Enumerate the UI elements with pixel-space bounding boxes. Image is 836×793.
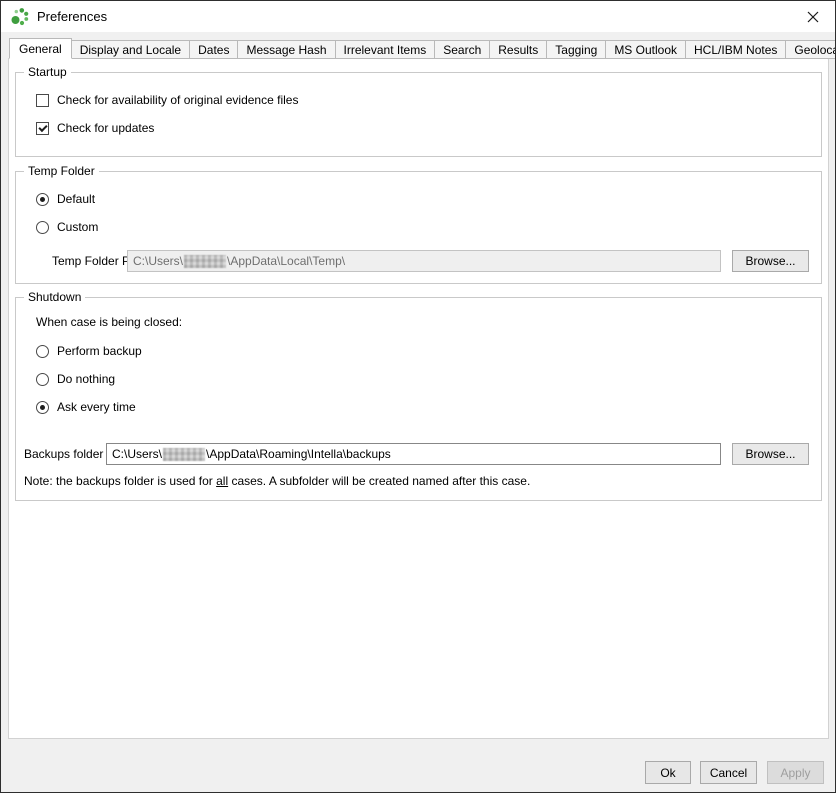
backups-folder-field[interactable]: C:\Users\ \AppData\Roaming\Intella\backup…	[106, 443, 721, 465]
path-text: \AppData\Local\Temp\	[227, 254, 345, 268]
radio-ask-every-time[interactable]: Ask every time	[36, 400, 136, 414]
checkbox-check-for-updates[interactable]: Check for updates	[36, 121, 154, 135]
note-text: Note: the backups folder is used for	[24, 474, 216, 488]
radio-label: Ask every time	[57, 400, 136, 414]
apply-button: Apply	[767, 761, 824, 784]
cancel-button[interactable]: Cancel	[700, 761, 757, 784]
radio-label: Do nothing	[57, 372, 115, 386]
radio-do-nothing[interactable]: Do nothing	[36, 372, 115, 386]
temp-folder-group: Temp Folder Default Custom Temp Folder P…	[15, 171, 822, 284]
backups-folder-label: Backups folder	[24, 443, 103, 465]
general-tab-panel: Startup Check for availability of origin…	[8, 58, 829, 739]
radio-label: Custom	[57, 220, 98, 234]
radio-selected-icon	[36, 193, 49, 206]
checkbox-label: Check for updates	[57, 121, 154, 135]
note-underlined-text: all	[216, 474, 228, 488]
tab-display-and-locale[interactable]: Display and Locale	[71, 40, 190, 59]
temp-folder-path-field: C:\Users\ \AppData\Local\Temp\	[127, 250, 721, 272]
path-text: C:\Users\	[112, 447, 162, 461]
checkbox-icon	[36, 94, 49, 107]
intella-logo-icon	[10, 7, 30, 27]
shutdown-group: Shutdown When case is being closed: Perf…	[15, 297, 822, 501]
note-text: cases. A subfolder will be created named…	[228, 474, 530, 488]
startup-group: Startup Check for availability of origin…	[15, 72, 822, 157]
tab-ms-outlook[interactable]: MS Outlook	[605, 40, 686, 59]
tab-dates[interactable]: Dates	[189, 40, 238, 59]
startup-group-label: Startup	[24, 65, 71, 79]
close-icon	[807, 11, 819, 23]
tab-tagging[interactable]: Tagging	[546, 40, 606, 59]
radio-custom[interactable]: Custom	[36, 220, 98, 234]
window-title: Preferences	[37, 9, 107, 24]
tab-hcl-ibm-notes[interactable]: HCL/IBM Notes	[685, 40, 786, 59]
tab-search[interactable]: Search	[434, 40, 490, 59]
redacted-username	[163, 448, 205, 461]
tab-irrelevant-items[interactable]: Irrelevant Items	[335, 40, 436, 59]
tab-general[interactable]: General	[9, 38, 72, 59]
tab-bar: General Display and Locale Dates Message…	[9, 38, 827, 59]
radio-label: Perform backup	[57, 344, 142, 358]
path-text: \AppData\Roaming\Intella\backups	[206, 447, 391, 461]
tab-geolocation[interactable]: Geolocation	[785, 40, 836, 59]
radio-label: Default	[57, 192, 95, 206]
ok-button[interactable]: Ok	[645, 761, 691, 784]
preferences-dialog: Preferences General Display and Locale D…	[0, 0, 836, 793]
checkbox-label: Check for availability of original evide…	[57, 93, 298, 107]
title-bar: Preferences	[1, 1, 835, 32]
tab-message-hash[interactable]: Message Hash	[237, 40, 335, 59]
radio-selected-icon	[36, 401, 49, 414]
shutdown-prompt: When case is being closed:	[36, 311, 182, 333]
path-text: C:\Users\	[133, 254, 183, 268]
close-button[interactable]	[790, 1, 835, 32]
backups-note: Note: the backups folder is used for all…	[24, 474, 530, 488]
redacted-username	[184, 255, 226, 268]
shutdown-group-label: Shutdown	[24, 290, 85, 304]
checkbox-checked-icon	[36, 122, 49, 135]
radio-icon	[36, 221, 49, 234]
tab-results[interactable]: Results	[489, 40, 547, 59]
checkbox-original-evidence-files[interactable]: Check for availability of original evide…	[36, 93, 298, 107]
temp-folder-browse-button[interactable]: Browse...	[732, 250, 809, 272]
radio-perform-backup[interactable]: Perform backup	[36, 344, 142, 358]
radio-icon	[36, 373, 49, 386]
backups-folder-browse-button[interactable]: Browse...	[732, 443, 809, 465]
temp-folder-group-label: Temp Folder	[24, 164, 99, 178]
radio-icon	[36, 345, 49, 358]
radio-default[interactable]: Default	[36, 192, 95, 206]
